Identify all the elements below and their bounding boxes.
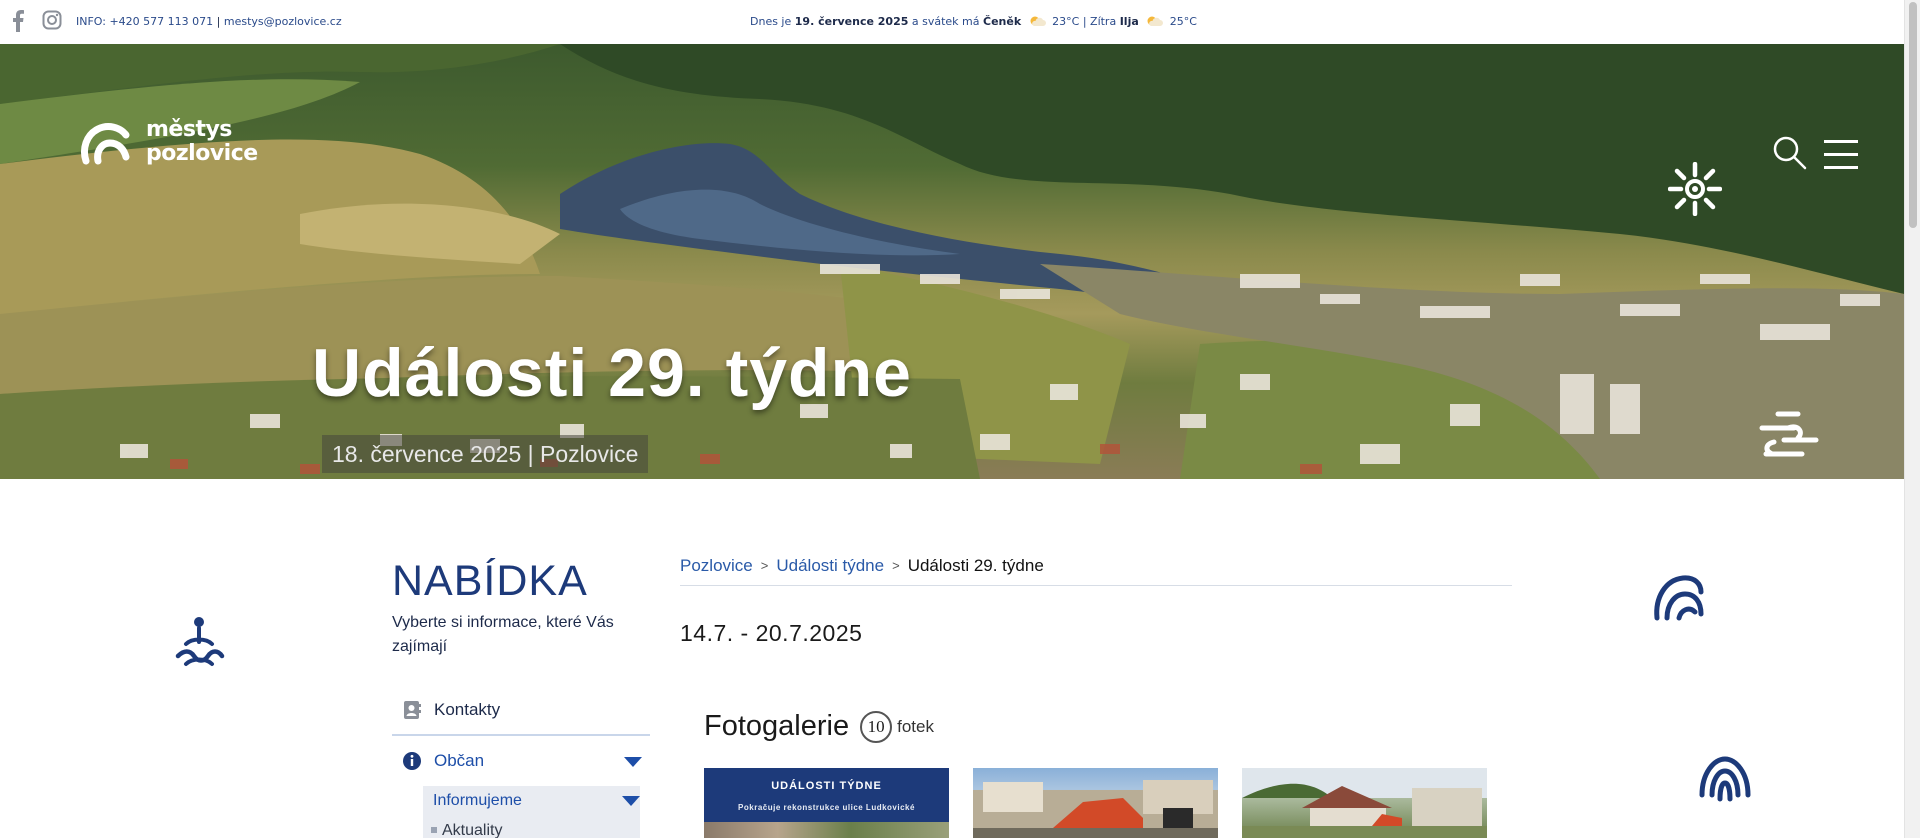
sidebar-item-label: Občan bbox=[434, 751, 485, 770]
chevron-down-icon[interactable] bbox=[622, 796, 640, 806]
photo-count-badge: 10 bbox=[860, 710, 893, 743]
partly-sunny-icon bbox=[1147, 16, 1164, 26]
gallery-title: Fotogalerie bbox=[704, 710, 850, 742]
separator: | bbox=[216, 15, 221, 28]
submenu: Informujeme Aktuality bbox=[423, 786, 640, 838]
main-content: Pozlovice > Události týdne > Události 29. tý… bbox=[680, 556, 1512, 838]
submenu-item-label: Informujeme bbox=[433, 792, 522, 809]
breadcrumb-section[interactable]: Události týdne bbox=[776, 556, 884, 575]
gallery-thumbnails: UDÁLOSTI TÝDNE Pokračuje rekonstrukce ul… bbox=[704, 768, 1487, 838]
gallery-header: Fotogalerie 10 fotek bbox=[704, 710, 934, 743]
sidebar-lead: Vyberte si informace, které Vás zajímají bbox=[392, 614, 614, 655]
wifi-arch-icon bbox=[1699, 756, 1751, 802]
breadcrumb-home[interactable]: Pozlovice bbox=[680, 556, 753, 575]
submenu-item-aktuality[interactable]: Aktuality bbox=[423, 816, 640, 838]
photo-count-unit: fotek bbox=[897, 716, 934, 736]
excavator-photo bbox=[973, 780, 1218, 838]
thumbnail-subtitle: Pokračuje rekonstrukce ulice Ludkovické bbox=[738, 803, 915, 812]
breadcrumb-current: Události 29. týdne bbox=[907, 556, 1044, 575]
hamburger-menu-icon[interactable] bbox=[1824, 138, 1858, 170]
instagram-icon[interactable] bbox=[42, 10, 62, 30]
gallery-thumbnail[interactable] bbox=[1242, 768, 1487, 838]
page-scrollbar[interactable] bbox=[1904, 0, 1920, 838]
sidebar-item-obcan[interactable]: Občan bbox=[392, 736, 650, 786]
name-day-tomorrow: Ilja bbox=[1119, 15, 1139, 28]
logo-line2: pozlovice bbox=[146, 141, 258, 166]
gallery-thumbnail[interactable] bbox=[973, 768, 1218, 838]
date-range: 14.7. - 20.7.2025 bbox=[680, 620, 863, 646]
scrollbar-thumb[interactable] bbox=[1909, 2, 1917, 228]
today-temp: 23°C bbox=[1052, 15, 1080, 28]
spa-person-icon bbox=[175, 617, 225, 666]
logo-mark-icon bbox=[81, 123, 130, 165]
facebook-icon[interactable] bbox=[11, 10, 25, 32]
gallery-thumbnail[interactable]: UDÁLOSTI TÝDNE Pokračuje rekonstrukce ul… bbox=[704, 768, 949, 838]
tomorrow-temp: 25°C bbox=[1169, 15, 1197, 28]
logo-line1: městys bbox=[146, 117, 232, 142]
hot-spring-icon bbox=[1759, 411, 1819, 457]
top-bar: INFO: +420 577 113 071 | mestys@pozlovic… bbox=[0, 0, 1904, 44]
search-icon[interactable] bbox=[1773, 136, 1807, 170]
sidebar: NABÍDKA Vyberte si informace, které Vás … bbox=[392, 555, 650, 838]
site-logo[interactable]: městys pozlovice bbox=[80, 117, 258, 167]
breadcrumb-separator: > bbox=[892, 558, 900, 573]
street-photo bbox=[1242, 768, 1487, 838]
phone-info: INFO: +420 577 113 071 bbox=[76, 15, 214, 28]
today-info: Dnes je 19. července 2025 a svátek má Če… bbox=[750, 15, 1197, 28]
submenu-item-informujeme[interactable]: Informujeme bbox=[423, 786, 640, 816]
breadcrumb-separator: > bbox=[760, 558, 769, 573]
contacts-icon bbox=[404, 701, 421, 719]
today-prefix: Dnes je bbox=[750, 15, 792, 28]
name-day-today: Čeněk bbox=[983, 15, 1022, 28]
thumbnail-photo-strip bbox=[704, 822, 949, 838]
hero-banner: městys pozlovice Události 29. týdne 18. … bbox=[0, 44, 1904, 479]
page-subtitle: 18. července 2025 | Pozlovice bbox=[322, 435, 649, 473]
page-title: Události 29. týdne bbox=[312, 335, 912, 411]
aerial-photo bbox=[0, 44, 1904, 479]
leaf-arc-icon bbox=[1654, 575, 1704, 621]
sidebar-menu: Kontakty Občan Informujeme Aktuality bbox=[392, 686, 650, 838]
sidebar-item-kontakty[interactable]: Kontakty bbox=[392, 686, 650, 736]
bullet-icon bbox=[431, 827, 437, 833]
today-mid: a svátek má bbox=[911, 15, 980, 28]
email-link[interactable]: mestys@pozlovice.cz bbox=[224, 15, 342, 28]
thumbnail-title: UDÁLOSTI TÝDNE bbox=[771, 780, 882, 792]
submenu-leaf-label: Aktuality bbox=[442, 822, 503, 838]
chevron-down-icon[interactable] bbox=[624, 757, 642, 767]
sun-icon bbox=[1668, 162, 1722, 216]
sidebar-item-label: Kontakty bbox=[434, 700, 501, 719]
tomorrow-prefix: | Zítra bbox=[1082, 15, 1117, 28]
breadcrumb: Pozlovice > Události týdne > Události 29. tý… bbox=[680, 556, 1512, 586]
logo-text: městys pozlovice bbox=[146, 118, 258, 166]
contact-info: INFO: +420 577 113 071 | mestys@pozlovic… bbox=[76, 15, 342, 28]
today-date: 19. července 2025 bbox=[794, 15, 909, 28]
partly-sunny-icon bbox=[1030, 16, 1046, 26]
info-icon bbox=[403, 752, 421, 770]
sidebar-heading: NABÍDKA bbox=[392, 557, 588, 605]
